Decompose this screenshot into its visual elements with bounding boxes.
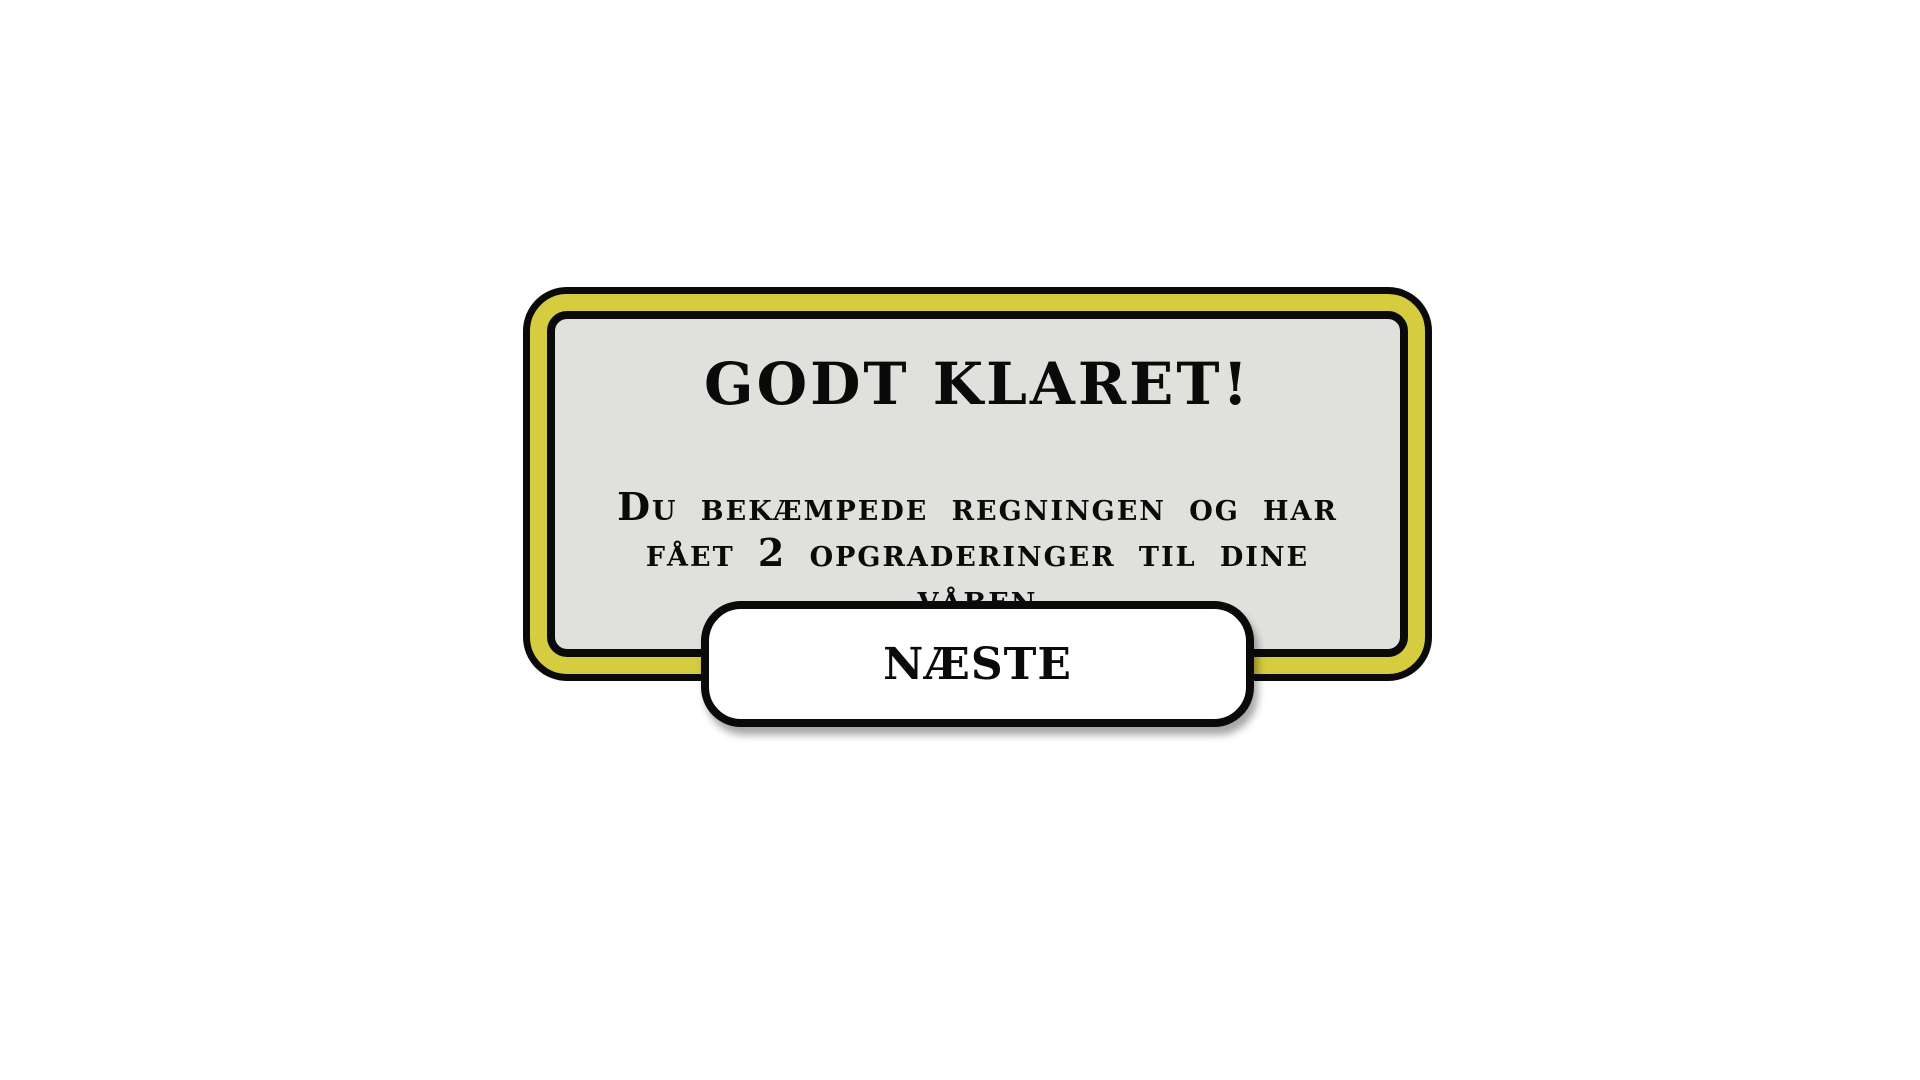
- game-screen: GODT KLARET! Du bekæmpede regningen og h…: [0, 0, 1920, 1080]
- next-button[interactable]: NÆSTE: [701, 601, 1254, 727]
- dialog-title: GODT KLARET!: [704, 350, 1251, 418]
- dialog-message-line-1: Du bekæmpede regningen og har: [617, 484, 1338, 529]
